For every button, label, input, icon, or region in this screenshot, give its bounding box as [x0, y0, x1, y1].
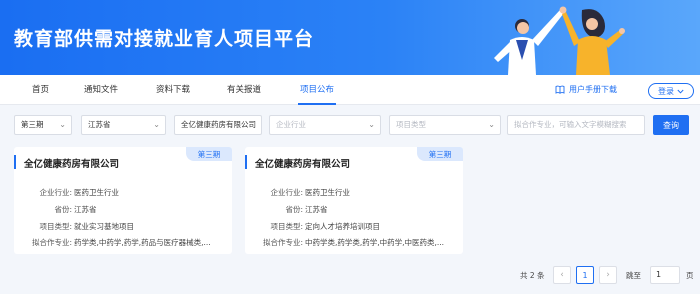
batch-select-value: 第三期 — [21, 120, 44, 129]
login-label: 登录 — [658, 86, 674, 96]
card-row-industry: 企业行业: 医药卫生行业 — [245, 187, 463, 199]
nav-item-downloads[interactable]: 资料下载 — [156, 75, 190, 105]
chevron-down-icon — [677, 89, 684, 94]
jump-label: 跳至 — [626, 271, 641, 280]
card-row-province: 省份: 江苏省 — [14, 204, 232, 216]
card-row-major: 拟合作专业: 药学类,中药学,药学,药品与医疗器械类,... — [14, 237, 232, 249]
high-five-illustration-icon — [494, 6, 625, 75]
industry-label: 企业行业: — [39, 188, 72, 197]
nav-item-projects[interactable]: 项目公布 — [297, 75, 337, 105]
chevron-down-icon: ⌄ — [153, 120, 160, 129]
type-value: 就业实习基地项目 — [74, 222, 134, 231]
company-input[interactable]: 全亿健康药房有限公司 — [174, 115, 262, 135]
nav-item-reports[interactable]: 有关报道 — [227, 75, 261, 105]
major-search-input[interactable]: 拟合作专业，可输入文字模糊搜索 — [507, 115, 645, 135]
province-label: 省份: — [54, 205, 72, 214]
batch-badge: 第三期 — [417, 147, 463, 161]
manual-download-link[interactable]: 用户手册下载 — [555, 84, 617, 95]
main-nav: 首页 通知文件 资料下载 有关报道 项目公布 用户手册下载 登录 — [0, 75, 700, 105]
next-page-button[interactable]: › — [599, 266, 617, 284]
chevron-down-icon: ⌄ — [59, 120, 66, 129]
major-label: 拟合作专业: — [262, 238, 303, 247]
industry-select[interactable]: 企业行业 ⌄ — [269, 115, 381, 135]
search-button[interactable]: 查询 — [653, 115, 689, 135]
manual-download-label: 用户手册下载 — [569, 85, 617, 94]
project-type-select-placeholder: 项目类型 — [396, 120, 426, 129]
nav-item-home[interactable]: 首页 — [32, 75, 49, 105]
card-row-major: 拟合作专业: 中药学类,药学类,药学,中药学,中医药类,... — [245, 237, 463, 249]
chevron-left-icon: ‹ — [560, 270, 564, 280]
chevron-down-icon: ⌄ — [488, 120, 495, 129]
chevron-right-icon: › — [606, 270, 610, 280]
card-accent-bar — [14, 155, 16, 169]
jump-page-input[interactable]: 1 — [650, 266, 680, 284]
industry-label: 企业行业: — [270, 188, 303, 197]
card-company-name: 全亿健康药房有限公司 — [24, 159, 120, 170]
card-accent-bar — [245, 155, 247, 169]
industry-value: 医药卫生行业 — [305, 188, 350, 197]
major-label: 拟合作专业: — [31, 238, 72, 247]
chevron-down-icon: ⌄ — [368, 120, 375, 129]
page-number-button[interactable]: 1 — [576, 266, 594, 284]
major-search-placeholder: 拟合作专业，可输入文字模糊搜索 — [514, 120, 627, 129]
major-value: 药学类,中药学,药学,药品与医疗器械类,... — [74, 238, 211, 247]
province-select[interactable]: 江苏省 ⌄ — [81, 115, 166, 135]
card-row-industry: 企业行业: 医药卫生行业 — [14, 187, 232, 199]
card-row-type: 项目类型: 定向人才培养培训项目 — [245, 221, 463, 233]
header-banner: 教育部供需对接就业育人项目平台 — [0, 0, 700, 75]
province-label: 省份: — [285, 205, 303, 214]
project-type-select[interactable]: 项目类型 ⌄ — [389, 115, 501, 135]
province-select-value: 江苏省 — [88, 120, 111, 129]
type-label: 项目类型: — [270, 222, 303, 231]
company-input-value: 全亿健康药房有限公司 — [181, 120, 256, 129]
major-value: 中药学类,药学类,药学,中药学,中医药类,... — [305, 238, 445, 247]
batch-badge: 第三期 — [186, 147, 232, 161]
province-value: 江苏省 — [74, 205, 97, 214]
industry-value: 医药卫生行业 — [74, 188, 119, 197]
card-row-province: 省份: 江苏省 — [245, 204, 463, 216]
card-company-name: 全亿健康药房有限公司 — [255, 159, 351, 170]
nav-item-notices[interactable]: 通知文件 — [84, 75, 118, 105]
batch-select[interactable]: 第三期 ⌄ — [14, 115, 72, 135]
prev-page-button[interactable]: ‹ — [553, 266, 571, 284]
type-label: 项目类型: — [39, 222, 72, 231]
type-value: 定向人才培养培训项目 — [305, 222, 380, 231]
card-row-type: 项目类型: 就业实习基地项目 — [14, 221, 232, 233]
page-suffix: 页 — [686, 271, 694, 280]
project-card[interactable]: 全亿健康药房有限公司 第三期 企业行业: 医药卫生行业 省份: 江苏省 项目类型… — [14, 147, 232, 254]
industry-select-placeholder: 企业行业 — [276, 120, 306, 129]
site-title: 教育部供需对接就业育人项目平台 — [14, 28, 315, 50]
project-card[interactable]: 全亿健康药房有限公司 第三期 企业行业: 医药卫生行业 省份: 江苏省 项目类型… — [245, 147, 463, 254]
login-button[interactable]: 登录 — [648, 83, 694, 99]
book-icon — [555, 85, 565, 94]
province-value: 江苏省 — [305, 205, 328, 214]
pagination-total: 共 2 条 — [520, 271, 545, 280]
